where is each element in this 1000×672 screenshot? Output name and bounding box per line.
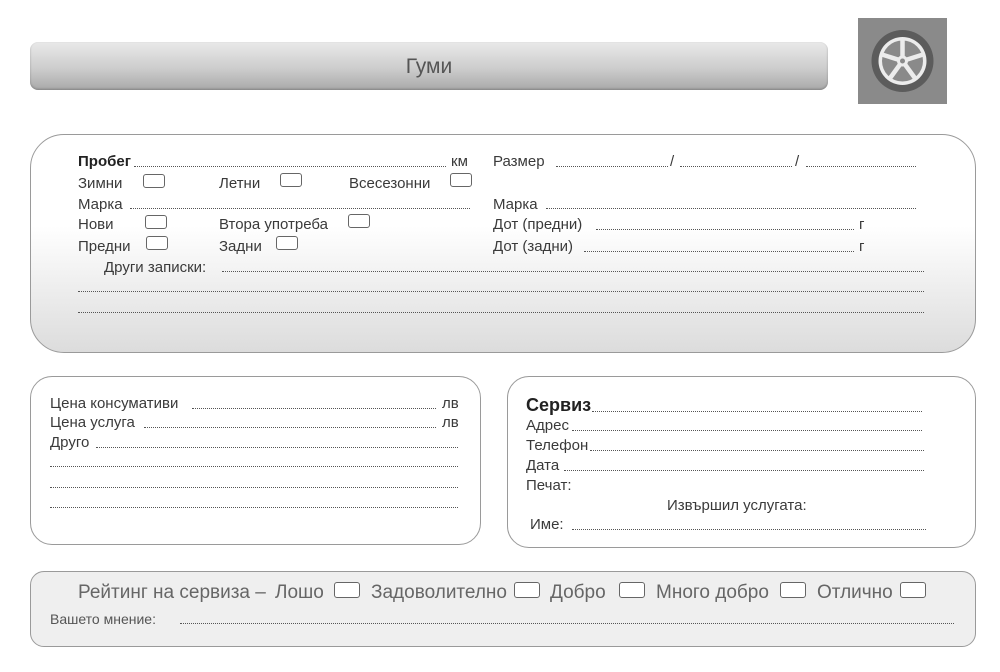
year-unit-front: г (859, 216, 865, 233)
rating-option-good: Добро (550, 582, 606, 603)
rating-option-very-good: Много добро (656, 582, 769, 603)
brand-right-label: Марка (493, 196, 538, 213)
service-name-field[interactable] (592, 411, 922, 412)
brand-right-field[interactable] (546, 208, 916, 209)
size-profile-field[interactable] (680, 166, 792, 167)
size-width-field[interactable] (556, 166, 668, 167)
consumables-label: Цена консумативи (50, 395, 179, 412)
name-label: Име: (530, 516, 564, 533)
service-price-field[interactable] (144, 427, 436, 428)
size-separator-2: / (795, 153, 800, 170)
used-label: Втора употреба (219, 216, 329, 233)
date-label: Дата (526, 457, 560, 474)
address-label: Адрес (526, 417, 569, 434)
opinion-field[interactable] (180, 623, 954, 624)
year-unit-rear: г (859, 238, 865, 255)
dot-rear-field[interactable] (584, 251, 854, 252)
new-label: Нови (78, 216, 114, 233)
page-title: Гуми (405, 55, 453, 78)
allseason-label: Всесезонни (349, 175, 431, 192)
allseason-checkbox[interactable] (450, 173, 472, 187)
name-field[interactable] (572, 529, 926, 530)
dot-front-field[interactable] (596, 229, 854, 230)
notes-line-3[interactable] (78, 312, 924, 313)
performed-by-label: Извършил услугата: (667, 497, 807, 514)
dot-rear-label: Дот (задни) (493, 238, 574, 255)
mileage-unit: км (451, 153, 468, 170)
rating-option-satisfactory: Задоволително (371, 582, 507, 603)
rear-label: Задни (219, 238, 262, 255)
rating-option-excellent: Отлично (817, 582, 893, 603)
notes-line-2[interactable] (78, 291, 924, 292)
other-line-2[interactable] (50, 466, 458, 467)
other-line-4[interactable] (50, 507, 458, 508)
other-line-3[interactable] (50, 487, 458, 488)
new-checkbox[interactable] (145, 215, 167, 229)
mileage-field[interactable] (134, 166, 446, 167)
rating-title: Рейтинг на сервиза – (78, 582, 266, 603)
service-title: Сервиз (526, 395, 592, 415)
size-diameter-field[interactable] (806, 166, 916, 167)
phone-field[interactable] (590, 450, 924, 451)
dot-front-label: Дот (предни) (493, 216, 583, 233)
brand-left-label: Марка (78, 196, 123, 213)
winter-checkbox[interactable] (143, 174, 165, 188)
rating-bad-checkbox[interactable] (334, 582, 360, 598)
notes-label: Други записки: (104, 259, 207, 276)
notes-line-1[interactable] (222, 271, 924, 272)
size-label: Размер (493, 153, 545, 170)
wheel-icon (871, 30, 934, 92)
stamp-label: Печат: (526, 477, 572, 494)
currency-service: лв (442, 414, 459, 431)
rating-satisfactory-checkbox[interactable] (514, 582, 540, 598)
used-checkbox[interactable] (348, 214, 370, 228)
rating-option-bad: Лошо (275, 582, 324, 603)
other-label: Друго (50, 434, 90, 451)
rating-very-good-checkbox[interactable] (780, 582, 806, 598)
size-separator-1: / (670, 153, 675, 170)
wheel-icon-box (858, 18, 947, 104)
address-field[interactable] (572, 430, 922, 431)
front-checkbox[interactable] (146, 236, 168, 250)
currency-consumables: лв (442, 395, 459, 412)
winter-label: Зимни (78, 175, 123, 192)
opinion-label: Вашето мнение: (50, 611, 156, 627)
rating-excellent-checkbox[interactable] (900, 582, 926, 598)
phone-label: Телефон (526, 437, 589, 454)
summer-label: Летни (219, 175, 261, 192)
summer-checkbox[interactable] (280, 173, 302, 187)
date-field[interactable] (564, 470, 924, 471)
service-price-label: Цена услуга (50, 414, 135, 431)
brand-left-field[interactable] (130, 208, 470, 209)
consumables-field[interactable] (192, 408, 436, 409)
front-label: Предни (78, 238, 131, 255)
header-bar: Гуми (30, 42, 828, 90)
rear-checkbox[interactable] (276, 236, 298, 250)
other-field[interactable] (96, 447, 458, 448)
mileage-label: Пробег (78, 153, 131, 170)
rating-good-checkbox[interactable] (619, 582, 645, 598)
